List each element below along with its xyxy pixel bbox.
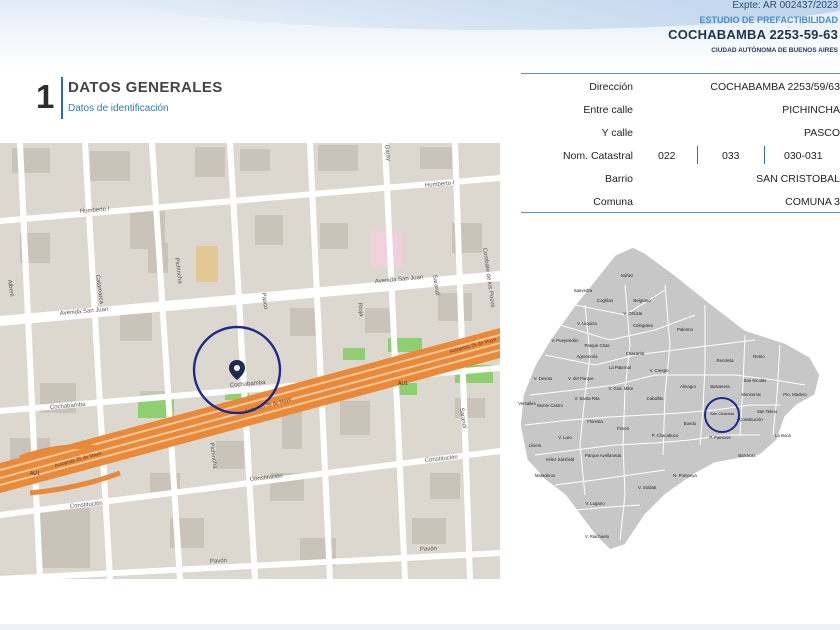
- barrio-label: V. Santa Rita: [575, 396, 601, 401]
- barrio-label: Vélez Sársfield: [546, 457, 575, 462]
- barrio-label: La Paternal: [609, 365, 631, 370]
- section-title: DATOS GENERALES: [68, 79, 223, 96]
- barrio-label: P. Chacabuco: [652, 433, 679, 438]
- expediente-number: Expte: AR 002437/2023: [732, 0, 838, 11]
- barrio-label: Boedo: [684, 421, 697, 426]
- barrio-label: V. Lugano: [585, 501, 605, 506]
- barrio-label: Barrio: [604, 173, 633, 185]
- barrio-label: P. Patricios: [709, 435, 730, 440]
- table-top-rule: [521, 73, 840, 74]
- barrio-label: Flores: [617, 426, 629, 431]
- nom-catastral-label: Nom. Catastral: [562, 150, 633, 162]
- barrio-label: Recoleta: [717, 358, 735, 363]
- street-map[interactable]: Humberto I Humberto I Avenida San Juan A…: [0, 143, 500, 579]
- row-entre-calle: Entre calle PICHINCHA: [521, 98, 840, 121]
- comuna-value: COMUNA 3: [785, 196, 840, 208]
- barrio-label: San Telmo: [757, 409, 778, 414]
- barrio-label: Coghlan: [597, 298, 614, 303]
- barrio-label: Mataderos: [535, 473, 555, 478]
- catastral-separator: [764, 146, 765, 164]
- barrio-label: San Cristóbal: [710, 411, 734, 416]
- catastral-seccion: 022: [658, 150, 676, 162]
- barrio-label: Monserrat: [741, 392, 761, 397]
- barrio-label: Belgrano: [633, 298, 651, 303]
- barrio-label: Caballito: [647, 396, 664, 401]
- barrio-label: Colegiales: [633, 323, 653, 328]
- barrio-label: Retiro: [753, 354, 765, 359]
- barrio-label: Pto. Madero: [783, 392, 807, 397]
- entre-calle-label: Entre calle: [583, 104, 633, 116]
- barrio-label: Versalles: [518, 401, 535, 406]
- street-label: Pavón: [210, 558, 227, 565]
- row-comuna: Comuna COMUNA 3: [521, 190, 840, 213]
- row-barrio: Barrio SAN CRISTOBAL: [521, 167, 840, 190]
- barrio-label: V. Crespo: [650, 368, 669, 373]
- barrios-map-svg: Núñez Saavedra Coghlan Belgrano V. Urqui…: [518, 246, 821, 551]
- header-city: CIUDAD AUTÓNOMA DE BUENOS AIRES: [711, 47, 838, 54]
- barrio-label: V. Soldati: [638, 485, 656, 490]
- row-nom-catastral: Nom. Catastral 022 033 030-031: [521, 144, 840, 167]
- y-calle-value: PASCO: [804, 127, 840, 139]
- barrio-label: Núñez: [621, 273, 633, 278]
- catastral-manzana: 033: [722, 150, 740, 162]
- catastral-parcela: 030-031: [784, 150, 823, 162]
- park: [343, 348, 365, 360]
- barrio-label: Agronomía: [576, 354, 598, 359]
- section-number: 1: [36, 78, 55, 115]
- barrio-label: V. Luro: [558, 435, 572, 440]
- barrio-label: Parque Chas: [584, 343, 609, 348]
- barrio-label: Monte Castro: [537, 403, 563, 408]
- barrio-label: San Nicolás: [744, 378, 767, 383]
- barrio-label: Constitución: [739, 417, 763, 422]
- city-outline: [519, 246, 821, 551]
- entre-calle-value: PICHINCHA: [782, 104, 840, 116]
- section-divider: [61, 77, 63, 119]
- row-y-calle: Y calle PASCO: [521, 121, 840, 144]
- barrios-map[interactable]: Núñez Saavedra Coghlan Belgrano V. Urqui…: [515, 245, 840, 555]
- street-map-svg: Humberto I Humberto I Avenida San Juan A…: [0, 143, 500, 579]
- barrio-label: Palermo: [677, 327, 694, 332]
- barrio-label: V. Pueyrredón: [551, 338, 579, 343]
- highway-shield: AU1: [30, 471, 40, 477]
- barrio-label: La Boca: [775, 433, 791, 438]
- barrio-label: V. Devoto: [534, 376, 553, 381]
- barrio-label: Barracas: [738, 453, 755, 458]
- barrio-label: Liniers: [529, 443, 542, 448]
- footer-rule: [0, 624, 840, 630]
- barrio-label: N. Pompeya: [673, 473, 697, 478]
- direccion-label: Dirección: [589, 81, 633, 93]
- special-area: [196, 246, 218, 282]
- barrio-label: Almagro: [680, 384, 697, 389]
- barrio-label: Parque Avellaneda: [585, 453, 622, 458]
- comuna-label: Comuna: [593, 196, 633, 208]
- barrio-label: V. Ortúzar: [623, 311, 643, 316]
- barrio-label: V. Riachuelo: [585, 534, 610, 539]
- study-title: ESTUDIO DE PREFACTIBILIDAD: [699, 15, 838, 25]
- barrio-label: V. del Parque: [568, 376, 594, 381]
- barrio-label: V. Urquiza: [577, 321, 597, 326]
- barrio-label: Saavedra: [574, 288, 593, 293]
- barrio-label: Floresta: [587, 419, 603, 424]
- street-label: Pavón: [420, 546, 437, 553]
- section-subtitle: Datos de identificación: [68, 103, 169, 114]
- catastral-separator: [697, 146, 698, 164]
- highway-shield: AU1: [398, 381, 408, 387]
- header-address: COCHABAMBA 2253-59-63: [668, 27, 838, 42]
- y-calle-label: Y calle: [601, 127, 633, 139]
- row-direccion: Dirección COCHABAMBA 2253/59/63: [521, 75, 840, 98]
- barrio-value: SAN CRISTOBAL: [756, 173, 840, 185]
- barrio-label: V. Gral. Mitre: [609, 386, 635, 391]
- direccion-value: COCHABAMBA 2253/59/63: [710, 81, 840, 93]
- barrio-label: Chacarita: [626, 351, 645, 356]
- table-bottom-rule: [521, 212, 840, 213]
- barrio-label: Balvanera: [710, 384, 730, 389]
